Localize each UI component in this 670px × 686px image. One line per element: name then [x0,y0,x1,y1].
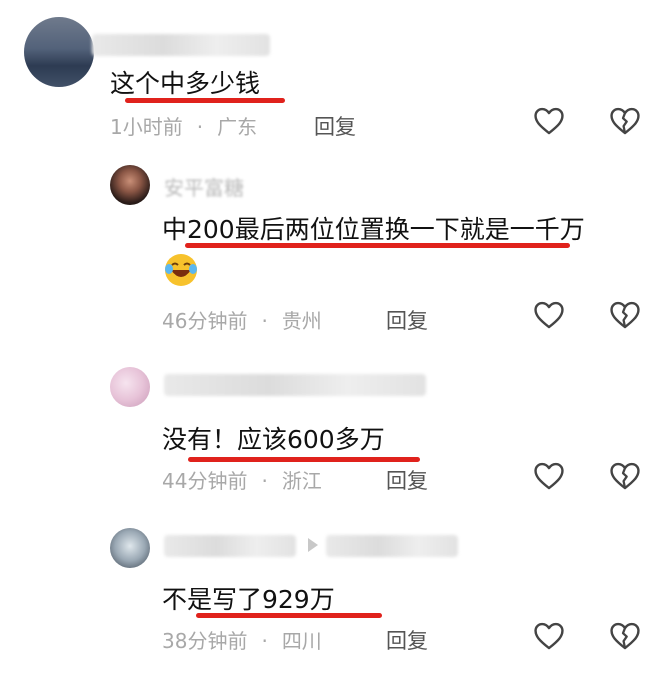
highlight-underline [196,613,382,618]
avatar[interactable] [110,165,150,205]
comment-location: 浙江 [281,469,322,493]
broken-heart-icon[interactable] [608,459,642,493]
heart-icon[interactable] [532,298,566,332]
avatar[interactable] [110,528,150,568]
comment-time: 38分钟前 [162,629,248,653]
comment-time: 1小时前 [110,115,183,139]
comment-location: 贵州 [281,309,322,333]
reply-button[interactable]: 回复 [314,111,356,141]
highlight-underline [188,457,420,462]
username-blurred [164,374,426,396]
heart-icon[interactable] [532,459,566,493]
highlight-underline [125,98,285,103]
reply-button[interactable]: 回复 [386,465,428,495]
comment-time: 46分钟前 [162,309,248,333]
broken-heart-icon[interactable] [608,104,642,138]
reply-button[interactable]: 回复 [386,625,428,655]
reply-button[interactable]: 回复 [386,305,428,335]
broken-heart-icon[interactable] [608,298,642,332]
heart-icon[interactable] [532,619,566,653]
comment-meta: 38分钟前 · 四川 [162,629,322,653]
username: 安平富糖 [164,176,244,200]
broken-heart-icon[interactable] [608,619,642,653]
laughing-tears-emoji [163,252,199,288]
comment-time: 44分钟前 [162,469,248,493]
reply-arrow-icon [308,538,318,552]
comment-location: 四川 [281,629,322,653]
highlight-underline [185,243,570,248]
reply-target-blurred [326,535,458,557]
comment-location: 广东 [217,115,258,139]
avatar[interactable] [110,367,150,407]
heart-icon[interactable] [532,104,566,138]
username-blurred [164,535,296,557]
comment-meta: 1小时前 · 广东 [110,115,258,139]
username-blurred [92,34,270,56]
comment-meta: 44分钟前 · 浙江 [162,469,322,493]
comment-text: 这个中多少钱 [110,69,261,98]
avatar[interactable] [24,17,94,87]
comment-meta: 46分钟前 · 贵州 [162,309,322,333]
comment-text: 不是写了929万 [162,585,335,614]
comment-text: 没有！应该600多万 [162,425,385,454]
comment-text: 中200最后两位位置换一下就是一千万 [162,215,585,244]
